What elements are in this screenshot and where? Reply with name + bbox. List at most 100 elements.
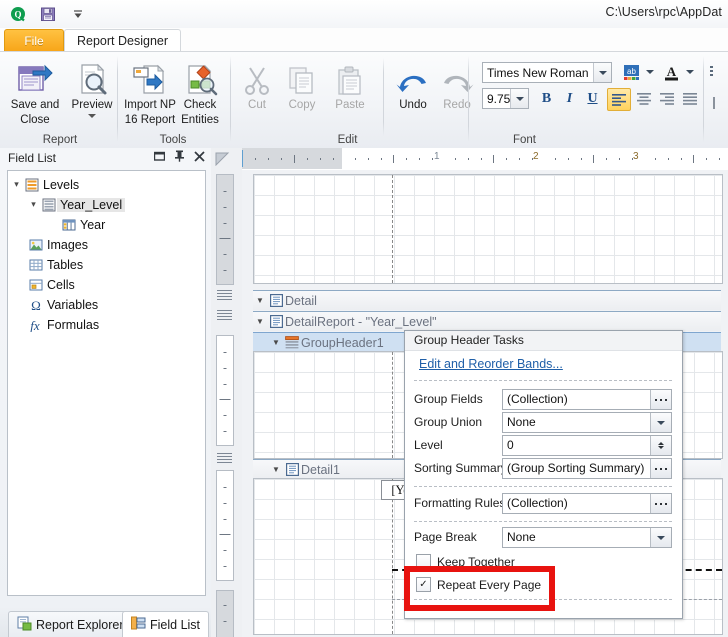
import-label-line2: 16 Report [124, 113, 176, 126]
ruler-margin-left [242, 148, 342, 169]
chevron-down-icon[interactable]: ▼ [253, 296, 267, 305]
group-fields-ellipsis-button[interactable] [650, 390, 671, 409]
edit-and-reorder-bands-link[interactable]: Edit and Reorder Bands... [419, 357, 563, 371]
tree-node-variables[interactable]: Ω Variables [27, 295, 101, 314]
group-fields-field[interactable]: (Collection) [502, 389, 672, 410]
check-entities-icon [182, 55, 218, 97]
tree-node-cells-label: Cells [47, 277, 75, 292]
align-left-button[interactable] [607, 88, 631, 111]
horizontal-ruler[interactable]: 1 2 3 [242, 148, 728, 171]
check-entities-button[interactable]: Check Entities [173, 55, 227, 129]
vruler-segment-detail [216, 174, 234, 285]
font-color-chevron-down-icon[interactable] [684, 64, 696, 80]
copy-button[interactable]: Copy [275, 55, 329, 129]
quick-access-toolbar: Q [0, 0, 88, 28]
chevron-down-icon[interactable]: ▼ [269, 465, 283, 474]
row-sorting-summary: Sorting Summary (Group Sorting Summary) [414, 458, 672, 479]
partial-tool-icon-2[interactable] [708, 96, 724, 110]
band-header-detailreport[interactable]: ▼ DetailReport - "Year_Level" [253, 311, 721, 331]
formatting-rules-field[interactable]: (Collection) [502, 493, 672, 514]
align-center-button[interactable] [633, 88, 655, 109]
tree-node-formulas[interactable]: fx Formulas [27, 315, 102, 334]
save-and-close-button[interactable]: Save and Close [3, 55, 67, 129]
chevron-down-icon[interactable]: ▾ [10, 179, 23, 190]
band-grip-1[interactable] [217, 290, 232, 300]
band-header-detail-label: Detail [285, 293, 317, 308]
sorting-summary-label: Sorting Summary [414, 461, 507, 475]
customize-quick-access-toolbar-icon[interactable] [68, 4, 88, 24]
font-size-combobox[interactable]: 9.75 [482, 88, 529, 109]
font-color-button[interactable]: A [661, 62, 682, 83]
chevron-down-icon[interactable]: ▼ [253, 317, 267, 326]
underline-button[interactable]: U [583, 89, 602, 108]
row-level: Level 0 [414, 435, 672, 456]
band-header-detail[interactable]: ▼ Detail [253, 290, 721, 310]
group-union-chevron-down-icon[interactable] [650, 413, 671, 432]
highlight-color-chevron-down-icon[interactable] [644, 64, 656, 80]
preview-chevron-down-icon[interactable] [88, 113, 96, 118]
tree-node-cells[interactable]: Cells [27, 275, 78, 294]
row-page-break: Page Break None [414, 527, 672, 548]
title-bar: Q C:\Users\rpc\AppDat [0, 0, 728, 29]
tree-node-year[interactable]: Year [60, 215, 108, 234]
group-union-field[interactable]: None [502, 412, 672, 433]
spinner-up-icon [658, 442, 664, 445]
band-grip-2[interactable] [217, 310, 232, 320]
band-body-detail[interactable] [253, 174, 723, 284]
window-title-path: C:\Users\rpc\AppDat [605, 5, 722, 19]
band-grip-3[interactable] [217, 453, 232, 463]
font-family-combobox[interactable]: Times New Roman [482, 62, 612, 83]
close-icon[interactable] [194, 150, 205, 165]
tab-report-explorer[interactable]: Report Explorer [8, 611, 133, 637]
page-margin-line-top [392, 175, 393, 283]
sorting-summary-ellipsis-button[interactable] [650, 459, 671, 478]
sorting-summary-field[interactable]: (Group Sorting Summary) [502, 458, 672, 479]
chevron-down-icon[interactable]: ▾ [27, 199, 40, 210]
preview-label: Preview [71, 99, 113, 111]
ruler-number-3: 3 [633, 151, 639, 162]
variables-icon: Ω [27, 298, 44, 312]
paste-icon [335, 55, 365, 97]
save-icon[interactable] [38, 4, 58, 24]
tab-file[interactable]: File [4, 29, 64, 53]
preview-button[interactable]: Preview [60, 55, 124, 129]
font-family-chevron-down-icon[interactable] [593, 63, 611, 82]
panel-bottom-tabs: Report Explorer Field List [0, 607, 225, 637]
page-break-field[interactable]: None [502, 527, 672, 548]
font-family-value: Times New Roman [487, 66, 589, 80]
page-break-chevron-down-icon[interactable] [650, 528, 671, 547]
undo-button[interactable]: Undo [389, 55, 437, 129]
import-np-16-report-button[interactable]: Import NP 16 Report [120, 55, 180, 129]
restore-icon[interactable] [153, 151, 166, 165]
images-icon [27, 238, 44, 252]
font-size-chevron-down-icon[interactable] [510, 89, 528, 108]
italic-button[interactable]: I [560, 89, 579, 108]
tab-field-list[interactable]: Field List [122, 611, 210, 637]
level-spinner-buttons[interactable] [650, 436, 671, 455]
level-icon [40, 198, 57, 212]
level-field[interactable]: 0 [502, 435, 672, 456]
chevron-down-icon[interactable]: ▼ [269, 338, 283, 347]
align-right-button[interactable] [656, 88, 678, 109]
field-list-title: Field List [8, 151, 57, 165]
tree-node-tables[interactable]: Tables [27, 255, 86, 274]
partial-tool-icon-1[interactable] [708, 64, 724, 78]
tree-node-year-level[interactable]: ▾ Year_Level [27, 195, 126, 214]
tree-node-images[interactable]: Images [27, 235, 91, 254]
highlight-color-button[interactable]: ab [621, 62, 642, 83]
field-list-window-buttons [153, 150, 205, 165]
page-break-value: None [507, 530, 536, 544]
pin-icon[interactable] [174, 150, 185, 165]
field-list-tree[interactable]: ▾ Levels ▾ Year_Level Year Images Tables… [7, 170, 206, 596]
save-and-close-label-line1: Save and [10, 99, 60, 111]
app-logo-icon[interactable]: Q [8, 4, 28, 24]
bold-button[interactable]: B [537, 89, 556, 108]
ruler-origin-mark [242, 150, 243, 167]
paste-button[interactable]: Paste [323, 55, 377, 129]
formatting-rules-ellipsis-button[interactable] [650, 494, 671, 513]
band-header-detailreport-label: DetailReport - "Year_Level" [285, 314, 437, 329]
paste-label: Paste [335, 99, 365, 111]
vertical-ruler[interactable] [211, 170, 242, 637]
tree-node-levels[interactable]: ▾ Levels [10, 175, 82, 194]
align-justify-button[interactable] [679, 88, 701, 109]
